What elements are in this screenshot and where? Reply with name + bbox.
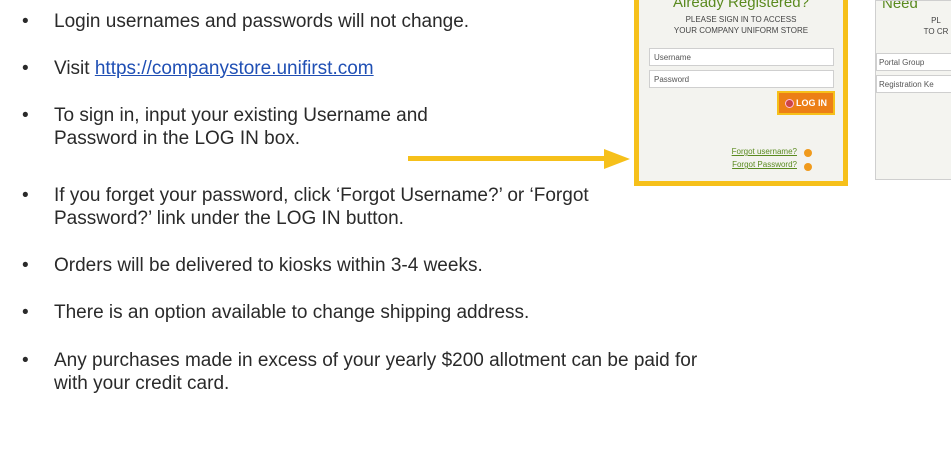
circle-arrow-icon <box>804 149 812 157</box>
login-box: Already Registered? PLEASE SIGN IN TO AC… <box>634 0 848 186</box>
visit-label: Visit <box>54 58 95 79</box>
register-box-subtitle: PL TO CR <box>923 16 949 36</box>
login-button[interactable]: LOG IN <box>777 91 835 115</box>
registration-key-field[interactable]: Registration Ke <box>876 75 951 93</box>
circle-arrow-icon <box>785 99 794 108</box>
password-field[interactable]: Password <box>649 70 834 88</box>
login-box-subtitle: PLEASE SIGN IN TO ACCESS YOUR COMPANY UN… <box>673 15 809 35</box>
login-box-title: Already Registered? <box>673 0 809 11</box>
circle-arrow-icon <box>804 163 812 171</box>
username-field[interactable]: Username <box>649 48 834 66</box>
forgot-password-link[interactable]: Forgot Password? <box>639 160 797 169</box>
register-box: Need PL TO CR Portal Group Registration … <box>875 0 951 180</box>
store-link[interactable]: https://companystore.unifirst.com <box>95 58 374 79</box>
forgot-username-link[interactable]: Forgot username? <box>639 147 797 156</box>
register-box-title: Need <box>882 0 918 12</box>
right-arrow-icon <box>408 149 630 169</box>
portal-group-field[interactable]: Portal Group <box>876 53 951 71</box>
